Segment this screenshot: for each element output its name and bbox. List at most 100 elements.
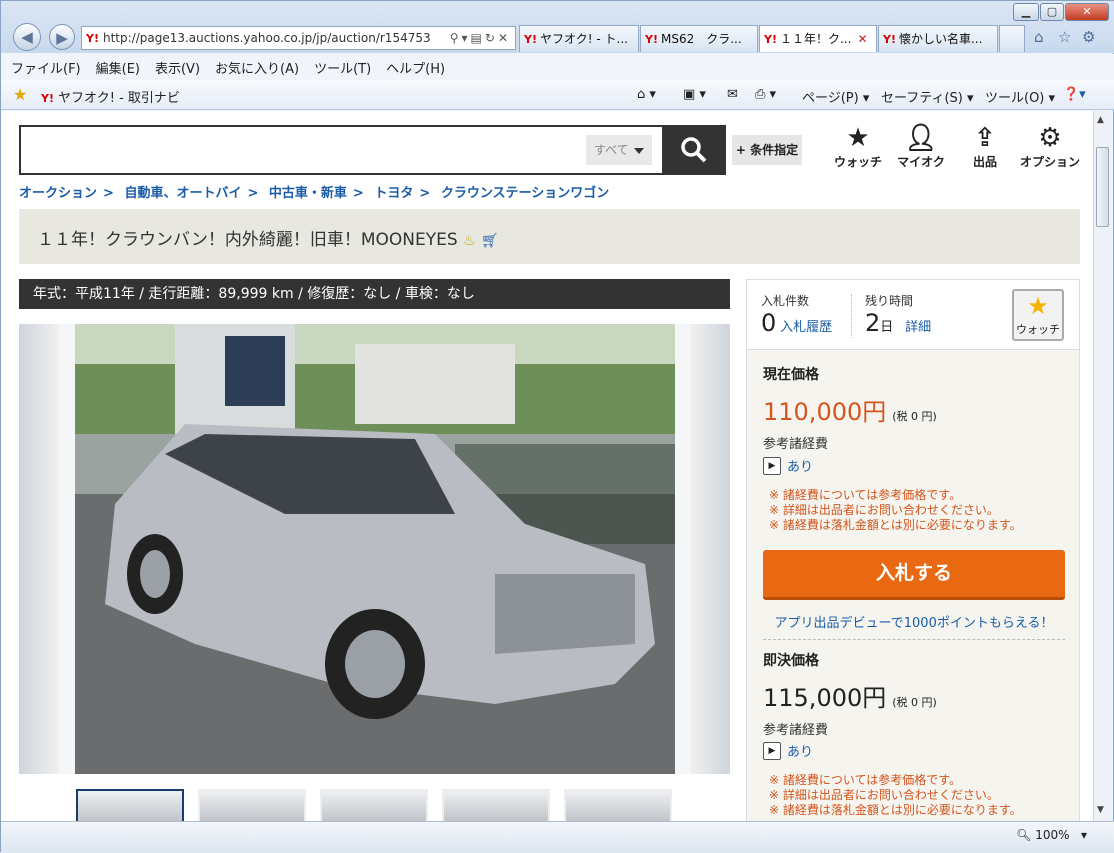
- scroll-up-icon[interactable]: ▲: [1097, 115, 1104, 125]
- address-tools-icon[interactable]: ⚲▾▤↻✕: [450, 31, 515, 45]
- item-title-text: １１年！クラウンバン！内外綺麗！旧車！MOONEYES: [37, 230, 458, 250]
- breadcrumb-item[interactable]: トヨタ: [374, 186, 413, 201]
- watch-nav-button[interactable]: ★ ウォッチ: [828, 123, 888, 170]
- options-button[interactable]: ⚙ オプション: [1020, 123, 1080, 170]
- fees-toggle[interactable]: ▶ あり: [763, 456, 813, 475]
- tab-label: １１年！ク...: [779, 32, 852, 46]
- buyout-fees-notes: ※ 諸経費については参考価格です。 ※ 詳細は出品者にお問い合わせください。 ※…: [769, 773, 1022, 818]
- close-window-button[interactable]: ✕: [1065, 3, 1109, 21]
- home-dropdown-icon[interactable]: ⌂ ▾: [637, 87, 656, 102]
- zoom-level: 100%: [1035, 828, 1070, 842]
- breadcrumb-item[interactable]: 中古車・新車: [269, 186, 347, 201]
- current-price-label: 現在価格: [763, 367, 819, 383]
- sell-button[interactable]: ⇪ 出品: [955, 123, 1015, 170]
- fees-label: 参考諸経費: [763, 437, 829, 452]
- favorite-link[interactable]: Y! ヤフオク! - 取引ナビ: [41, 87, 180, 106]
- print-icon[interactable]: ⎙ ▾: [755, 87, 776, 102]
- menu-edit[interactable]: 編集(E): [96, 58, 140, 77]
- address-bar[interactable]: Y! http://page13.auctions.yahoo.co.jp/jp…: [81, 26, 516, 50]
- scrollbar-thumb[interactable]: [1096, 147, 1109, 227]
- yahoo-favicon: Y!: [883, 33, 896, 46]
- main-photo[interactable]: [75, 324, 675, 774]
- menu-file[interactable]: ファイル(F): [11, 58, 81, 77]
- mail-icon[interactable]: ✉: [727, 87, 738, 102]
- tab-2[interactable]: Y! MS62 クラ...: [640, 25, 758, 52]
- maximize-button[interactable]: ▢: [1040, 3, 1064, 21]
- yahoo-favicon: Y!: [41, 92, 54, 105]
- yahoo-favicon: Y!: [645, 33, 658, 46]
- current-price-value: 110,000円: [763, 398, 887, 426]
- tab-4[interactable]: Y! 懐かしい名車...: [878, 25, 998, 52]
- star-icon: ★: [846, 123, 870, 153]
- remaining-label: 残り時間: [865, 294, 914, 308]
- menu-favorites[interactable]: お気に入り(A): [215, 58, 299, 77]
- thumbnail[interactable]: [564, 789, 672, 821]
- prev-photo-preview[interactable]: [19, 324, 59, 774]
- thumbnail[interactable]: [442, 789, 550, 821]
- item-title: １１年！クラウンバン！内外綺麗！旧車！MOONEYES ♨ 🛒︎: [37, 225, 499, 250]
- search-scope-select[interactable]: すべて: [586, 135, 652, 165]
- bid-button[interactable]: 入札する: [763, 550, 1065, 600]
- forward-button[interactable]: ▶: [49, 24, 75, 50]
- minimize-button[interactable]: ▁: [1013, 3, 1039, 21]
- page-menu[interactable]: ページ(P) ▾: [802, 87, 869, 106]
- tab-label: MS62 クラ...: [660, 32, 742, 46]
- close-tab-icon[interactable]: ✕: [857, 32, 867, 46]
- myauction-button[interactable]: 👤︎ マイオク: [891, 123, 951, 170]
- yahoo-favicon: Y!: [764, 33, 777, 46]
- home-icon[interactable]: ⌂: [1034, 28, 1044, 46]
- watch-button[interactable]: ★ ウォッチ: [1012, 289, 1064, 341]
- fees-notes: ※ 諸経費については参考価格です。 ※ 詳細は出品者にお問い合わせください。 ※…: [769, 488, 1022, 533]
- search-box[interactable]: すべて: [19, 125, 726, 175]
- bid-panel: 入札件数 0 入札履歴 残り時間 2日 詳細 ★ ウォッチ 現在価格 110,0…: [746, 279, 1080, 821]
- buyout-tax: (税 0 円): [892, 696, 937, 709]
- play-icon: ▶: [763, 456, 781, 475]
- bids-count: 0: [761, 309, 777, 337]
- breadcrumb: オークション > 自動車、オートバイ > 中古車・新車 > トヨタ > クラウンステーシ…: [19, 182, 609, 201]
- favorite-link-label: ヤフオク! - 取引ナビ: [57, 91, 180, 106]
- note-line: ※ 諸経費は落札金額とは別に必要になります。: [769, 518, 1022, 532]
- safety-menu-label: セーフティ(S): [881, 91, 963, 106]
- search-button[interactable]: [662, 125, 726, 175]
- menu-tools[interactable]: ツール(T): [314, 58, 371, 77]
- tools-menu[interactable]: ツール(O) ▾: [985, 87, 1055, 106]
- next-photo-preview[interactable]: [690, 324, 730, 774]
- back-button[interactable]: ◀: [13, 23, 41, 51]
- browser-window: ◀ ▶ Y! http://page13.auctions.yahoo.co.j…: [0, 0, 1114, 853]
- breadcrumb-item[interactable]: オークション: [19, 186, 97, 201]
- tab-1[interactable]: Y! ヤフオク! - ト...: [519, 25, 639, 52]
- zoom-control[interactable]: 🔍︎ 100% ▾: [1016, 828, 1087, 842]
- detail-link[interactable]: 詳細: [905, 320, 931, 335]
- current-tax: (税 0 円): [892, 410, 937, 423]
- buyout-fees-toggle[interactable]: ▶ あり: [763, 741, 813, 760]
- condition-button[interactable]: + 条件指定: [732, 135, 802, 165]
- breadcrumb-sep: >: [419, 186, 431, 201]
- url-text: http://page13.auctions.yahoo.co.jp/jp/au…: [102, 31, 431, 45]
- fees-value: あり: [787, 460, 814, 475]
- bid-history-link[interactable]: 入札履歴: [780, 320, 832, 335]
- feeds-icon[interactable]: ▣ ▾: [683, 87, 706, 102]
- breadcrumb-item[interactable]: クラウンステーションワゴン: [441, 186, 609, 201]
- help-icon[interactable]: ❓▾: [1063, 87, 1086, 102]
- remaining-block: 残り時間 2日 詳細: [865, 292, 931, 337]
- tab-3-active[interactable]: Y! １１年！ク... ✕: [759, 25, 877, 52]
- vertical-scrollbar[interactable]: ▲ ▼: [1093, 111, 1111, 821]
- safety-menu[interactable]: セーフティ(S) ▾: [881, 87, 974, 106]
- thumbnail[interactable]: [320, 789, 428, 821]
- app-promo-link[interactable]: アプリ出品デビューで1000ポイントもらえる！: [763, 612, 1065, 640]
- buyout-label: 即決価格: [763, 653, 819, 669]
- thumbnail[interactable]: [198, 789, 306, 821]
- new-tab-button[interactable]: [999, 25, 1025, 52]
- thumbnail[interactable]: [76, 789, 184, 821]
- add-favorite-icon[interactable]: ★: [13, 85, 27, 104]
- favorites-bar: ★ Y! ヤフオク! - 取引ナビ ⌂ ▾ ▣ ▾ ✉ ⎙ ▾ ページ(P) ▾ …: [1, 80, 1114, 110]
- breadcrumb-item[interactable]: 自動車、オートバイ: [124, 186, 241, 201]
- buyout-fees-label: 参考諸経費: [763, 723, 829, 738]
- scroll-down-icon[interactable]: ▼: [1097, 805, 1104, 815]
- page-content: すべて + 条件指定 ★ ウォッチ 👤︎ マイオク ⇪ 出品 ⚙ オプション オークショ…: [1, 111, 1093, 821]
- gear-icon[interactable]: ⚙: [1082, 28, 1095, 46]
- gear-icon: ⚙: [1038, 123, 1062, 153]
- menu-view[interactable]: 表示(V): [155, 58, 200, 77]
- favorites-star-icon[interactable]: ☆: [1058, 28, 1071, 46]
- menu-help[interactable]: ヘルプ(H): [386, 58, 445, 77]
